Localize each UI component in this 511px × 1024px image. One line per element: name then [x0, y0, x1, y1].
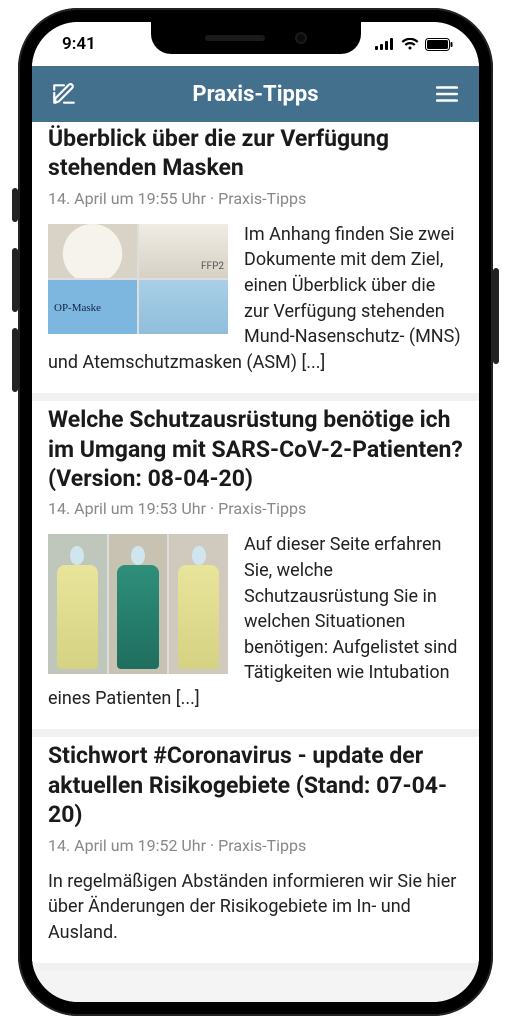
post[interactable]: Welche Schutzausrüstung benötige ich im …	[32, 401, 479, 737]
post-thumbnail	[48, 224, 228, 334]
thumbnail-tile	[48, 280, 137, 334]
post[interactable]: Überblick über die zur Verfügung stehend…	[32, 122, 479, 401]
post-excerpt: In regelmäßigen Abständen informieren wi…	[48, 871, 456, 943]
feed[interactable]: Überblick über die zur Verfügung stehend…	[32, 122, 479, 1002]
notch	[151, 22, 361, 54]
front-camera	[295, 32, 307, 44]
menu-button[interactable]	[431, 78, 463, 110]
hamburger-icon	[434, 81, 460, 107]
status-indicators	[375, 38, 453, 51]
compose-button[interactable]	[48, 78, 80, 110]
post-body: Auf dieser Seite erfahren Sie, welche Sc…	[48, 532, 463, 711]
side-button-volume-up	[12, 248, 18, 312]
thumbnail-tile	[169, 534, 228, 674]
wifi-icon	[401, 38, 419, 50]
navbar: Praxis-Tipps	[32, 66, 479, 122]
side-button-power	[493, 268, 499, 364]
post-body: In regelmäßigen Abständen informieren wi…	[48, 869, 463, 946]
cellular-icon	[375, 38, 395, 50]
post-thumbnail	[48, 534, 228, 674]
post-title: Welche Schutzausrüstung benötige ich im …	[48, 405, 463, 493]
navbar-title: Praxis-Tipps	[192, 82, 318, 107]
compose-icon	[51, 81, 77, 107]
speaker-slot	[205, 35, 265, 41]
post-title: Stichwort #Coronavirus - update der aktu…	[48, 741, 463, 829]
thumbnail-tile	[48, 534, 107, 674]
post-meta: 14. April um 19:52 Uhr · Praxis-Tipps	[48, 836, 463, 855]
status-time: 9:41	[62, 34, 96, 54]
battery-icon	[425, 38, 453, 51]
thumbnail-tile	[109, 534, 168, 674]
post-body: Im Anhang finden Sie zwei Dokumente mit …	[48, 222, 463, 375]
post-title: Überblick über die zur Verfügung stehend…	[48, 124, 463, 183]
post-meta: 14. April um 19:55 Uhr · Praxis-Tipps	[48, 189, 463, 208]
thumbnail-tile	[139, 224, 228, 278]
screen: 9:41	[32, 22, 479, 1002]
post-meta: 14. April um 19:53 Uhr · Praxis-Tipps	[48, 499, 463, 518]
thumbnail-tile	[139, 280, 228, 334]
side-button-silence	[12, 188, 18, 222]
post[interactable]: Stichwort #Coronavirus - update der aktu…	[32, 737, 479, 971]
thumbnail-tile	[48, 224, 137, 278]
phone-frame: 9:41	[18, 8, 493, 1016]
side-button-volume-down	[12, 328, 18, 392]
